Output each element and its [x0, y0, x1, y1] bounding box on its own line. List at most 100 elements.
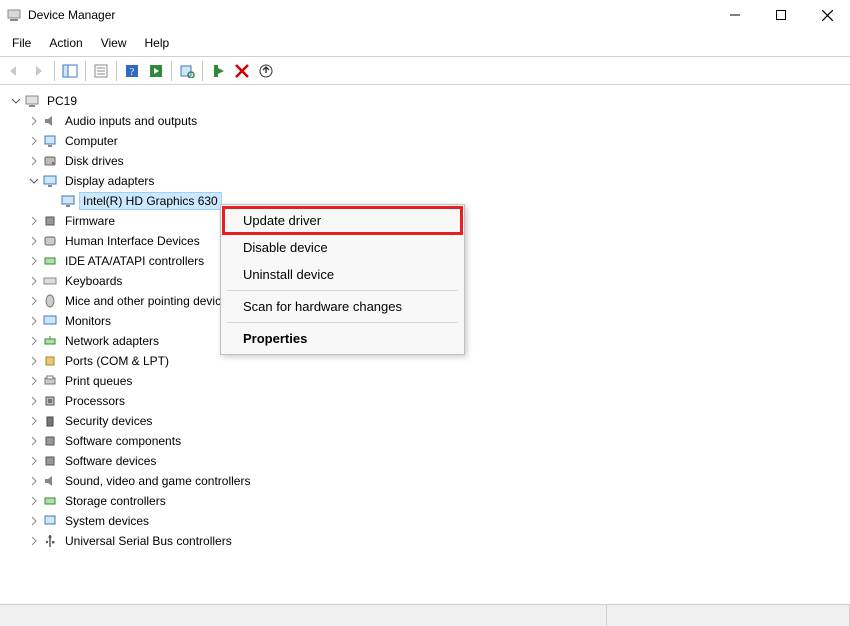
tree-item-label: Audio inputs and outputs: [62, 113, 200, 129]
tree-root-label: PC19: [44, 93, 80, 109]
tree-item-system[interactable]: System devices: [4, 511, 846, 531]
tree-item-storage[interactable]: Storage controllers: [4, 491, 846, 511]
menu-file[interactable]: File: [4, 32, 39, 54]
tree-item-label: Display adapters: [62, 173, 157, 189]
ctx-disable-device[interactable]: Disable device: [223, 234, 462, 261]
window-title: Device Manager: [28, 8, 712, 22]
tree-item-label: Ports (COM & LPT): [62, 353, 172, 369]
svg-text:?: ?: [130, 67, 135, 78]
tree-item-label: IDE ATA/ATAPI controllers: [62, 253, 207, 269]
chevron-right-icon[interactable]: [26, 273, 42, 289]
chevron-right-icon[interactable]: [26, 393, 42, 409]
ctx-update-driver[interactable]: Update driver: [223, 207, 462, 234]
tree-item-softdev[interactable]: Software devices: [4, 451, 846, 471]
ctx-separator: [227, 290, 458, 291]
chevron-right-icon[interactable]: [26, 213, 42, 229]
ctx-uninstall-device[interactable]: Uninstall device: [223, 261, 462, 288]
chip-icon: [42, 213, 58, 229]
storage-icon: [42, 493, 58, 509]
tree-item-audio[interactable]: Audio inputs and outputs: [4, 111, 846, 131]
system-icon: [42, 513, 58, 529]
action-button[interactable]: [145, 60, 167, 82]
close-button[interactable]: [804, 0, 850, 30]
chevron-right-icon[interactable]: [26, 233, 42, 249]
tree-item-softcomp[interactable]: Software components: [4, 431, 846, 451]
help-button[interactable]: ?: [121, 60, 143, 82]
chevron-right-icon[interactable]: [26, 113, 42, 129]
monitor-icon: [42, 313, 58, 329]
tree-item-usb[interactable]: Universal Serial Bus controllers: [4, 531, 846, 551]
toolbar: ?: [0, 57, 850, 85]
tree-item-display-adapters[interactable]: Display adapters: [4, 171, 846, 191]
ide-icon: [42, 253, 58, 269]
tree-item-label: Software components: [62, 433, 184, 449]
chevron-down-icon[interactable]: [26, 173, 42, 189]
menu-help[interactable]: Help: [137, 32, 178, 54]
scan-button[interactable]: [176, 60, 198, 82]
tree-item-processors[interactable]: Processors: [4, 391, 846, 411]
forward-button[interactable]: [28, 60, 50, 82]
mouse-icon: [42, 293, 58, 309]
chevron-right-icon[interactable]: [26, 253, 42, 269]
toolbar-separator: [202, 61, 203, 81]
tree-item-printqueues[interactable]: Print queues: [4, 371, 846, 391]
tree-item-sound[interactable]: Sound, video and game controllers: [4, 471, 846, 491]
properties-button[interactable]: [90, 60, 112, 82]
menu-action[interactable]: Action: [41, 32, 90, 54]
ctx-properties[interactable]: Properties: [223, 325, 462, 352]
computer-icon: [42, 133, 58, 149]
network-icon: [42, 333, 58, 349]
chevron-right-icon[interactable]: [26, 293, 42, 309]
chevron-right-icon[interactable]: [26, 353, 42, 369]
chevron-right-icon[interactable]: [26, 413, 42, 429]
chevron-right-icon[interactable]: [26, 453, 42, 469]
no-expander: [44, 193, 60, 209]
software-icon: [42, 453, 58, 469]
minimize-button[interactable]: [712, 0, 758, 30]
tree-item-label: Security devices: [62, 413, 155, 429]
chevron-right-icon[interactable]: [26, 373, 42, 389]
tree-item-label: Disk drives: [62, 153, 127, 169]
audio-icon: [42, 473, 58, 489]
chevron-right-icon[interactable]: [26, 333, 42, 349]
ctx-scan-changes[interactable]: Scan for hardware changes: [223, 293, 462, 320]
display-icon: [60, 193, 76, 209]
back-button[interactable]: [4, 60, 26, 82]
tree-item-label: Processors: [62, 393, 128, 409]
ctx-separator: [227, 322, 458, 323]
tree-root[interactable]: PC19: [4, 91, 846, 111]
tree-item-label: Storage controllers: [62, 493, 169, 509]
maximize-button[interactable]: [758, 0, 804, 30]
tree-item-label: Firmware: [62, 213, 118, 229]
show-hide-tree-button[interactable]: [59, 60, 81, 82]
statusbar-pane: [607, 605, 850, 626]
tree-item-disk[interactable]: Disk drives: [4, 151, 846, 171]
menubar: File Action View Help: [0, 30, 850, 57]
hid-icon: [42, 233, 58, 249]
ports-icon: [42, 353, 58, 369]
tree-item-security[interactable]: Security devices: [4, 411, 846, 431]
tree-item-label: Mice and other pointing devices: [62, 293, 237, 309]
chevron-right-icon[interactable]: [26, 533, 42, 549]
disk-icon: [42, 153, 58, 169]
chevron-down-icon[interactable]: [8, 93, 24, 109]
chevron-right-icon[interactable]: [26, 433, 42, 449]
keyboard-icon: [42, 273, 58, 289]
chevron-right-icon[interactable]: [26, 493, 42, 509]
context-menu: Update driver Disable device Uninstall d…: [220, 204, 465, 355]
titlebar: Device Manager: [0, 0, 850, 30]
tree-item-computer[interactable]: Computer: [4, 131, 846, 151]
chevron-right-icon[interactable]: [26, 133, 42, 149]
audio-icon: [42, 113, 58, 129]
uninstall-button[interactable]: [231, 60, 253, 82]
chevron-right-icon[interactable]: [26, 473, 42, 489]
tree-item-label: Computer: [62, 133, 121, 149]
enable-button[interactable]: [207, 60, 229, 82]
usb-icon: [42, 533, 58, 549]
chevron-right-icon[interactable]: [26, 313, 42, 329]
chevron-right-icon[interactable]: [26, 513, 42, 529]
menu-view[interactable]: View: [93, 32, 135, 54]
update-driver-button[interactable]: [255, 60, 277, 82]
toolbar-separator: [171, 61, 172, 81]
chevron-right-icon[interactable]: [26, 153, 42, 169]
